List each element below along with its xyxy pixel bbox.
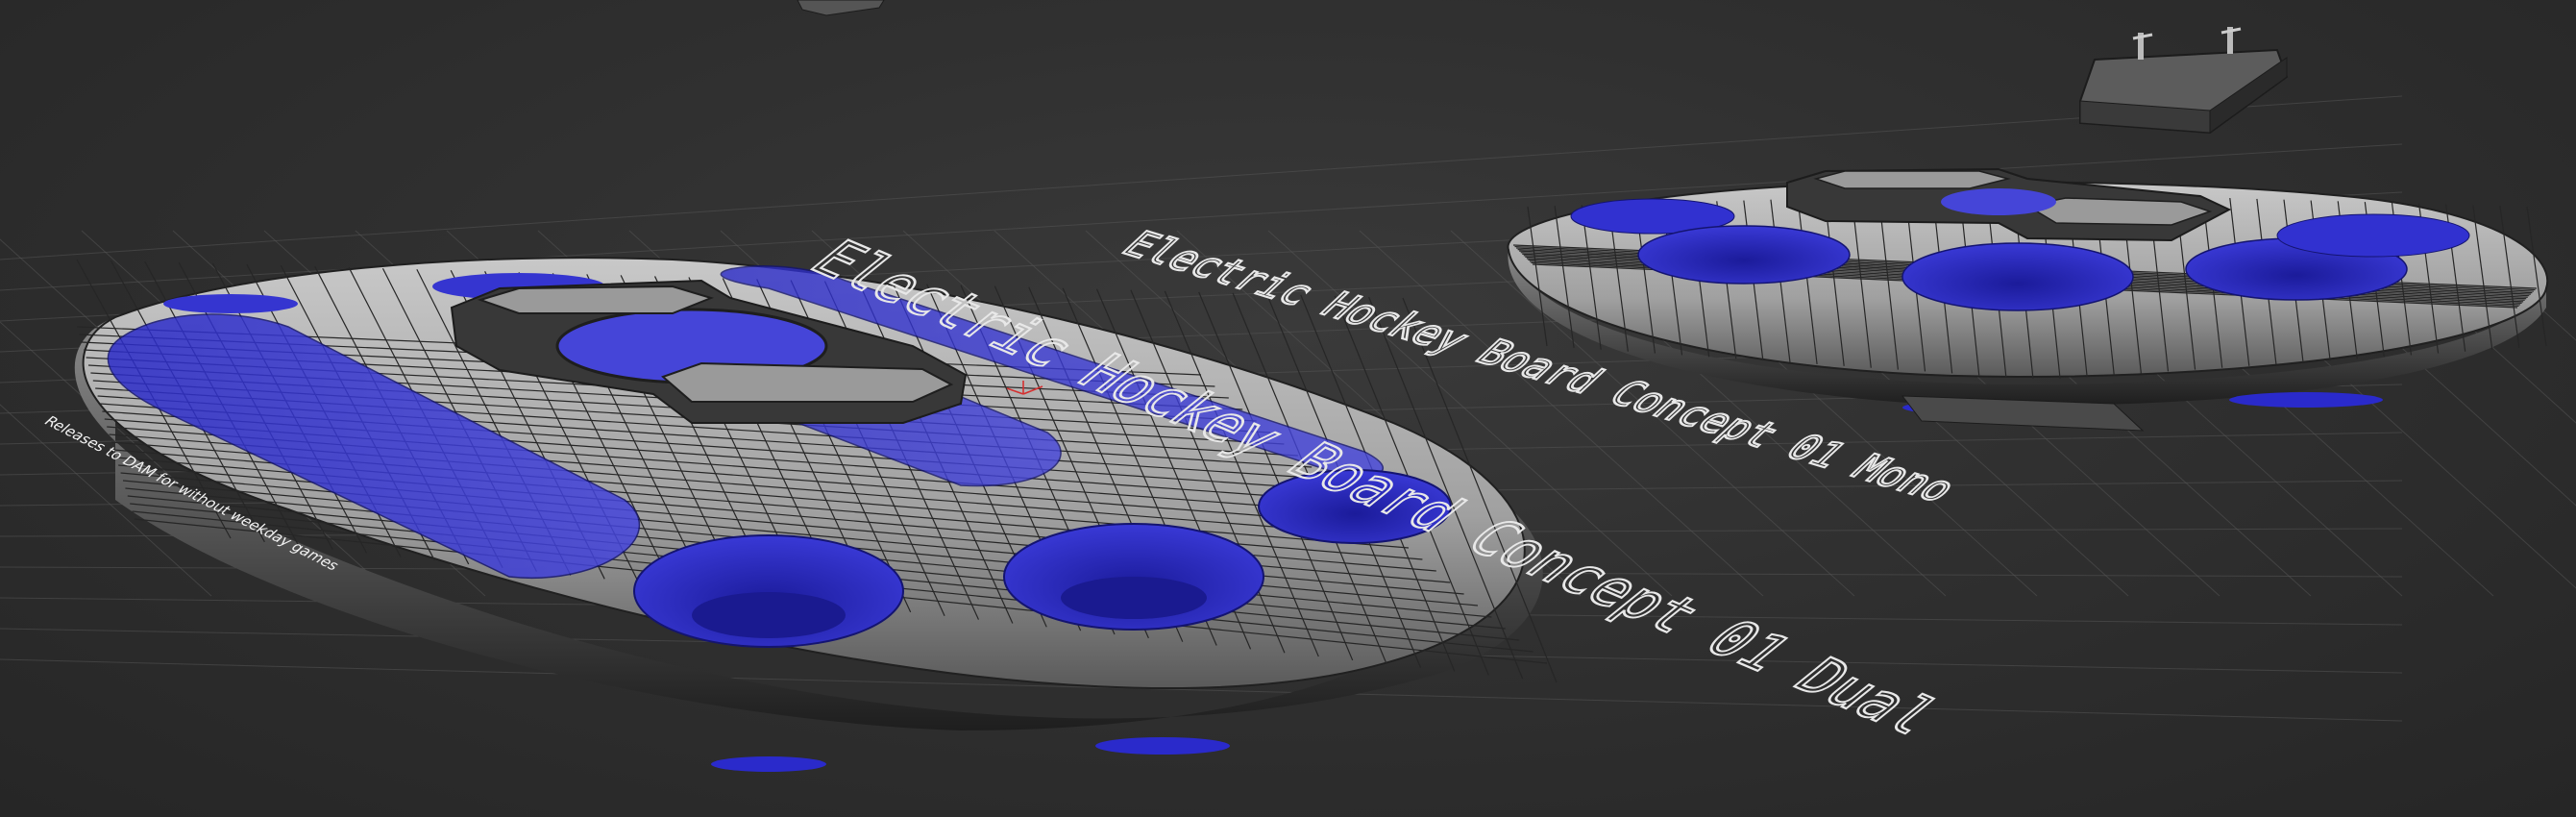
- pocket-1: [633, 534, 904, 648]
- mono-button-left: [1813, 170, 2011, 189]
- floating-part-top[interactable]: [797, 0, 885, 16]
- controller-button-right: [661, 361, 954, 403]
- board-dual[interactable]: [74, 257, 1558, 772]
- mono-pocket-5: [2276, 213, 2470, 258]
- floating-part-top-right[interactable]: [2079, 27, 2289, 135]
- mono-pocket-2: [1637, 225, 1851, 285]
- viewport-canvas[interactable]: Electric Hockey Board Concept 01 Dual El…: [0, 0, 2576, 817]
- 3d-viewport[interactable]: Electric Hockey Board Concept 01 Dual El…: [0, 0, 2576, 817]
- underside-pocket: [711, 756, 826, 772]
- underside-pocket-2: [1095, 737, 1230, 755]
- mono-underside-2: [2229, 392, 2383, 408]
- slot-edge-top: [163, 294, 298, 313]
- controller-button-left: [477, 285, 715, 314]
- mono-pocket-3: [1901, 242, 2134, 311]
- pocket-2: [1003, 523, 1264, 631]
